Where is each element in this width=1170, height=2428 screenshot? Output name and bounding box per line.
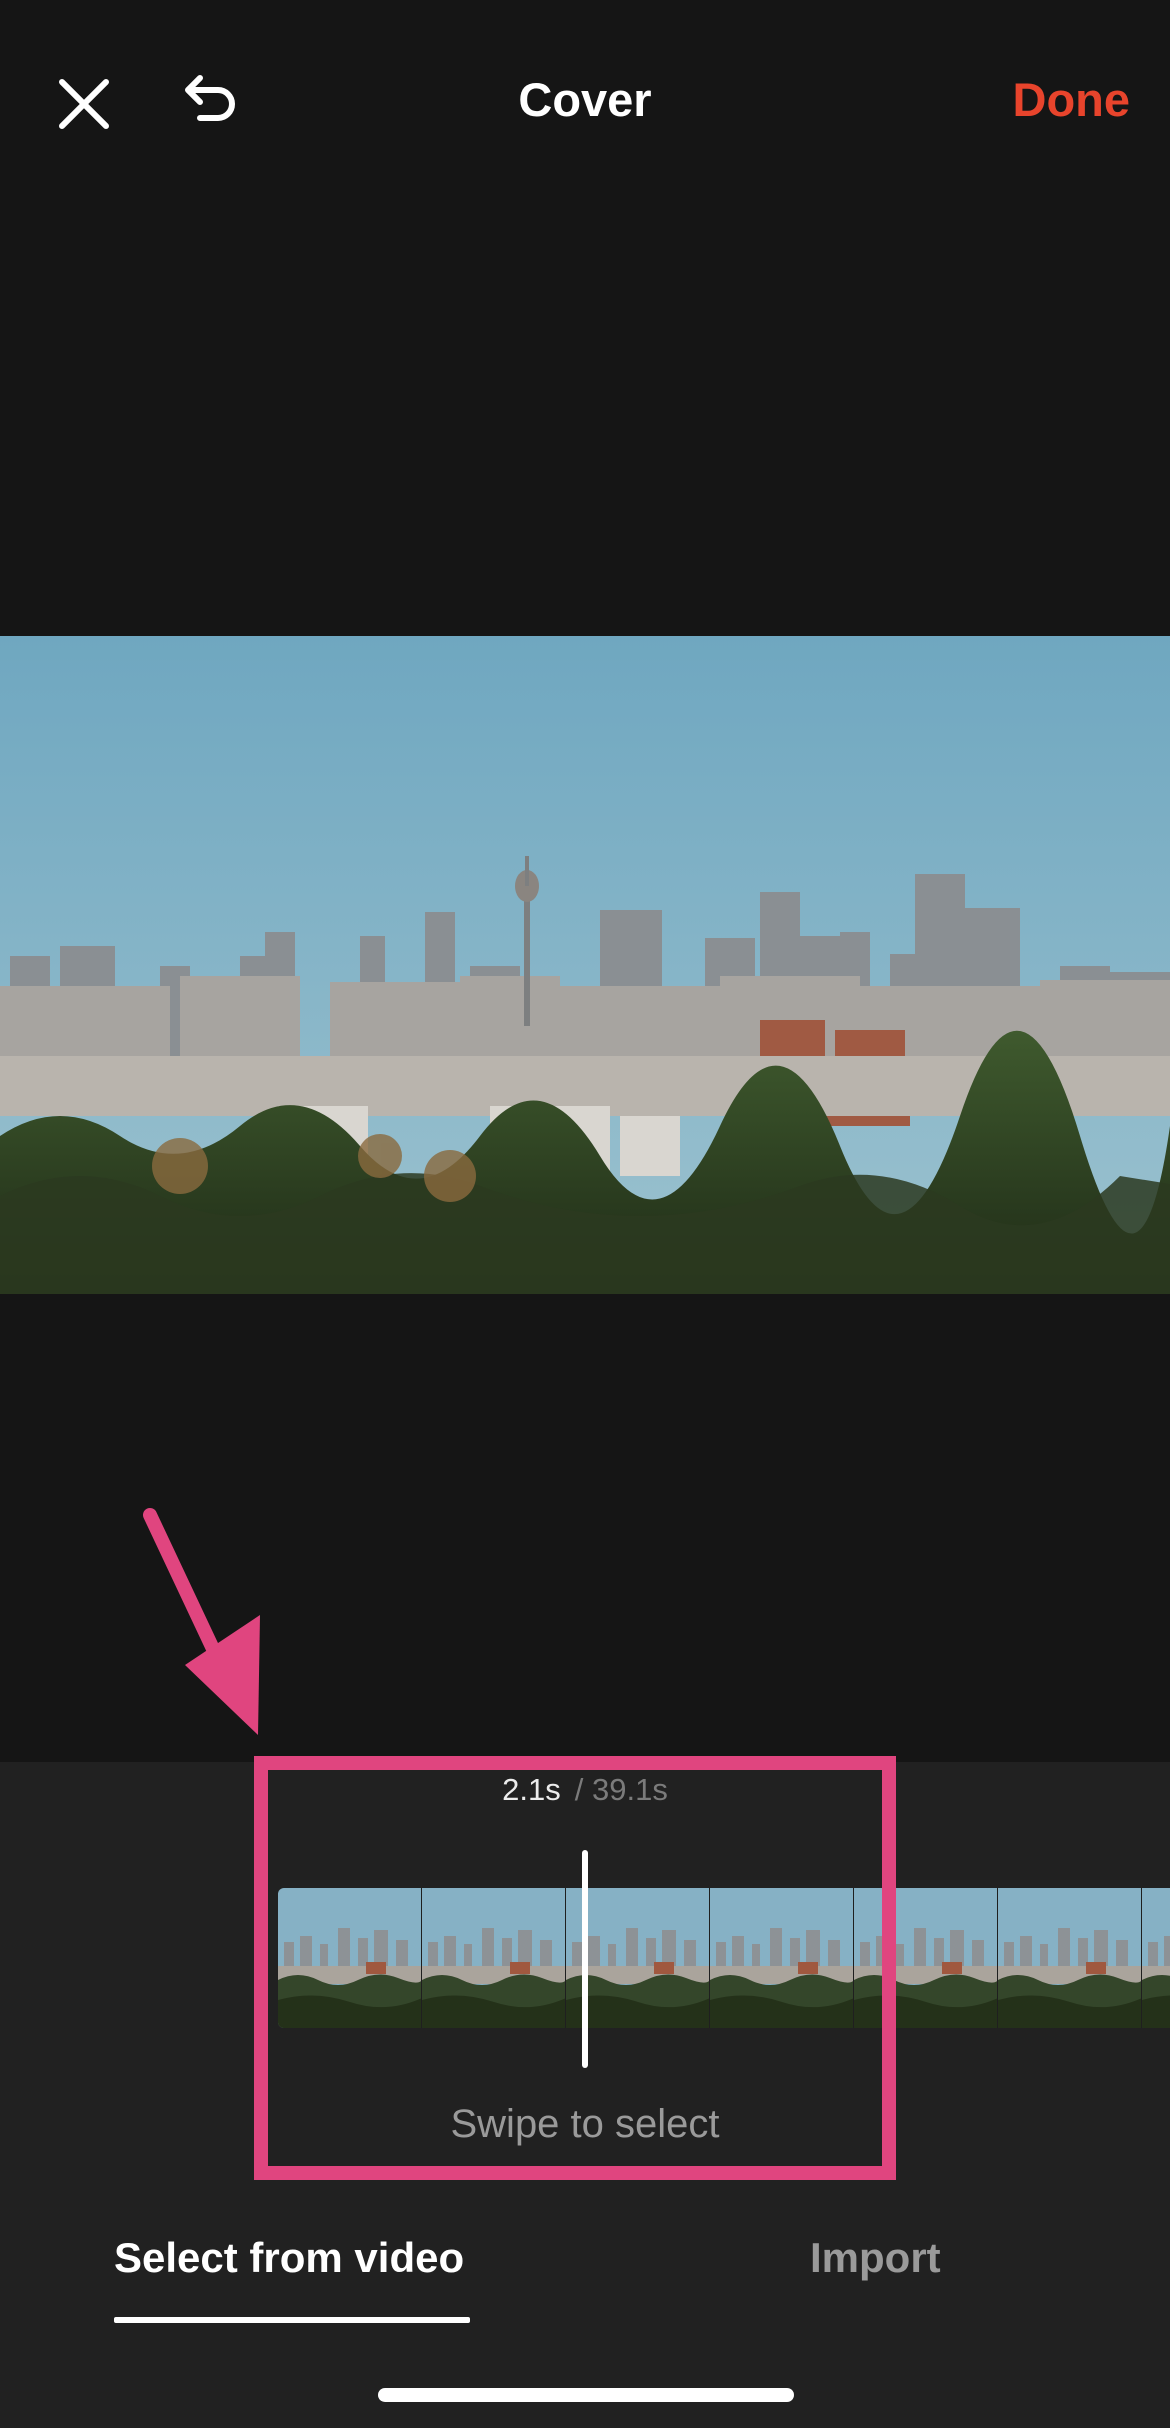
annotation-highlight	[254, 1756, 896, 2180]
top-bar: Cover Done	[0, 0, 1170, 210]
tab-select-from-video[interactable]: Select from video	[114, 2234, 464, 2282]
cover-preview	[0, 636, 1170, 1294]
done-button[interactable]: Done	[1013, 72, 1131, 127]
active-tab-indicator	[114, 2317, 470, 2323]
filmstrip-frame	[998, 1888, 1142, 2028]
filmstrip-frame	[1142, 1888, 1170, 2028]
page-title: Cover	[518, 73, 652, 126]
home-indicator[interactable]	[378, 2388, 794, 2402]
annotation-arrow	[143, 1508, 260, 1735]
tab-import[interactable]: Import	[810, 2234, 941, 2282]
